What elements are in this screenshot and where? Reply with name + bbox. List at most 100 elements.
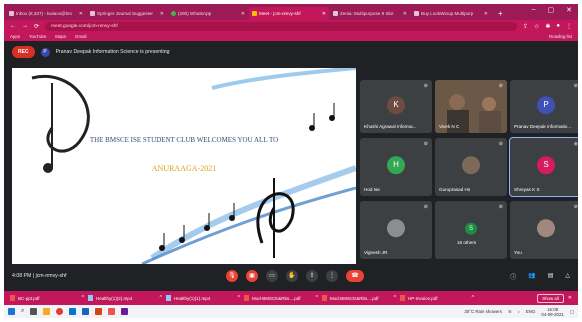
extensions-icon[interactable]: ✱ xyxy=(545,23,550,30)
profile-icon[interactable]: ● xyxy=(556,23,560,29)
camera-off-button[interactable]: ▣ xyxy=(246,270,258,282)
side-controls: ⓘ 👥 ▤ △ xyxy=(510,272,570,281)
tab-gmail[interactable]: Inbox (8,337) - kwiacs@bm ✕ xyxy=(6,7,86,20)
end-call-button[interactable]: ☎ xyxy=(346,270,364,282)
chevron-up-icon[interactable]: ^ xyxy=(238,295,240,301)
chat-icon[interactable]: ▤ xyxy=(548,272,554,281)
bookmarks-bar: Apps YouTube Maps Gmail Reading list xyxy=(4,32,578,41)
powerpoint-icon[interactable] xyxy=(95,308,103,315)
meet-header: REC P Pranav Deepak Information Science … xyxy=(4,41,578,63)
slide-title: THE BMSCE ISE STUDENT CLUB WELCOMES YOU … xyxy=(89,136,279,144)
close-icon[interactable]: ✕ xyxy=(403,11,407,17)
participant-tile[interactable]: ⊘ H Hod Ise xyxy=(360,138,432,196)
reading-list[interactable]: Reading list xyxy=(549,34,572,39)
others-tile[interactable]: ⊘ S 16 others xyxy=(435,201,507,259)
participant-tile[interactable]: ⊘ K Khushi Agrawal Informa... xyxy=(360,80,432,133)
people-icon[interactable]: 👥 xyxy=(528,272,535,281)
close-icon[interactable]: ✕ xyxy=(568,295,572,301)
clock[interactable]: 16:08 04-09-2021 xyxy=(541,307,563,317)
wifi-icon[interactable]: ≋ xyxy=(508,309,512,315)
mic-off-button[interactable]: 🎙 xyxy=(226,270,238,282)
download-item[interactable]: Mod-BMSCE&Rbs....pdf ^ xyxy=(322,295,396,301)
volume-icon[interactable]: ♪ xyxy=(518,309,520,314)
call-controls: 🎙 ▣ ▭ ✋ ⇧ ⋮ ☎ xyxy=(226,270,364,282)
bookmark-maps[interactable]: Maps xyxy=(55,34,66,39)
tab-buy[interactable]: Buy LookWinup Multipurp ✕ xyxy=(411,7,491,20)
reload-icon[interactable]: ⟳ xyxy=(34,23,39,30)
participant-tile[interactable]: ⊘ P Pranav Deepak Informatio... xyxy=(510,80,578,133)
tab-meet[interactable]: Meet - jcm-nmvy-shf ✕ xyxy=(249,7,329,20)
pdf-icon xyxy=(244,295,249,301)
close-icon[interactable]: ✕ xyxy=(241,11,245,17)
word-icon[interactable] xyxy=(82,308,90,315)
app-icon[interactable] xyxy=(121,308,129,315)
mic-muted-icon: ⊘ xyxy=(423,141,428,147)
task-view-icon[interactable] xyxy=(30,308,38,315)
bookmark-apps[interactable]: Apps xyxy=(10,34,20,39)
participant-name: Hod Ise xyxy=(364,187,380,192)
weather-text[interactable]: 30°C Rain showers xyxy=(464,309,502,314)
activities-icon[interactable]: △ xyxy=(565,272,570,281)
chrome-icon[interactable] xyxy=(56,308,64,315)
close-window-button[interactable]: ✕ xyxy=(566,6,572,14)
download-item[interactable]: Mod-BMSCE&Rbs....pdf ^ xyxy=(244,295,318,301)
windows-start-icon[interactable] xyxy=(8,308,15,315)
meet-icon xyxy=(252,11,257,16)
file-explorer-icon[interactable] xyxy=(43,308,51,315)
participant-tile[interactable]: ⊘ Vignesh JR xyxy=(360,201,432,259)
url-field[interactable]: meet.google.com/jcm-nmvy-shf xyxy=(45,21,517,31)
close-icon[interactable]: ✕ xyxy=(160,11,164,17)
more-options-button[interactable]: ⋮ xyxy=(326,270,338,282)
meeting-time: 4:08 PM xyxy=(12,273,32,279)
star-icon[interactable]: ☆ xyxy=(534,23,539,30)
notification-icon[interactable]: ▢ xyxy=(570,309,574,315)
forward-icon[interactable]: → xyxy=(22,23,28,29)
raise-hand-button[interactable]: ✋ xyxy=(286,270,298,282)
download-item[interactable]: Healthy(1)(2).mp4 ^ xyxy=(88,295,162,301)
edge-icon[interactable] xyxy=(69,308,77,315)
back-icon[interactable]: ← xyxy=(10,23,16,29)
tab-springer[interactable]: Springer Journal Suggester ✕ xyxy=(87,7,167,20)
chevron-up-icon[interactable]: ^ xyxy=(472,295,474,301)
presenter-avatar: P xyxy=(40,47,50,57)
download-item[interactable]: BC-ppt.pdf ^ xyxy=(10,295,84,301)
show-all-button[interactable]: Show all xyxy=(537,293,564,303)
mic-muted-icon: ⊘ xyxy=(573,204,578,210)
meet-controls: 4:08 PM | jcm-nmvy-shf 🎙 ▣ ▭ ✋ ⇧ ⋮ ☎ ⓘ 👥… xyxy=(4,266,578,286)
share-icon[interactable]: ⇪ xyxy=(523,23,528,30)
pdf-reader-icon[interactable] xyxy=(108,308,116,315)
download-item[interactable]: HP-Invoice.pdf ^ xyxy=(400,295,474,301)
menu-icon[interactable]: ⋮ xyxy=(566,23,572,30)
address-bar-row: ← → ⟳ meet.google.com/jcm-nmvy-shf ⇪ ☆ ✱… xyxy=(4,20,578,32)
present-button[interactable]: ⇧ xyxy=(306,270,318,282)
close-icon[interactable]: ✕ xyxy=(79,11,83,17)
info-icon[interactable]: ⓘ xyxy=(510,272,516,281)
new-tab-button[interactable]: + xyxy=(492,7,509,20)
mic-muted-icon: ⊘ xyxy=(423,204,428,210)
language-indicator[interactable]: ENG xyxy=(526,309,536,314)
chevron-up-icon[interactable]: ^ xyxy=(394,295,396,301)
maximize-button[interactable]: ▢ xyxy=(548,6,555,14)
close-icon[interactable]: ✕ xyxy=(484,11,488,17)
bookmark-gmail[interactable]: Gmail xyxy=(75,34,86,39)
chevron-up-icon[interactable]: ^ xyxy=(160,295,162,301)
meeting-code: jcm-nmvy-shf xyxy=(35,273,67,279)
participant-tile[interactable]: ⊘ Guruprasad Hs xyxy=(435,138,507,196)
chevron-up-icon[interactable]: ^ xyxy=(316,295,318,301)
mic-muted-icon: ⊘ xyxy=(498,204,503,210)
minimize-button[interactable]: – xyxy=(532,6,536,14)
tab-whatsapp[interactable]: (280) WhatsApp ✕ xyxy=(168,7,248,20)
chevron-up-icon[interactable]: ^ xyxy=(82,295,84,301)
participant-tile-speaking[interactable]: ◉ S Shreyas K S xyxy=(509,137,578,197)
tab-zenia[interactable]: Zenia: Multipurpose 9 Slot ✕ xyxy=(330,7,410,20)
bookmark-youtube[interactable]: YouTube xyxy=(29,34,46,39)
close-icon[interactable]: ✕ xyxy=(322,11,326,17)
mic-muted-icon: ⊘ xyxy=(498,83,503,89)
avatar: H xyxy=(387,156,405,175)
participant-tile-video[interactable]: ⊘ Vivek N C xyxy=(435,80,507,133)
self-tile[interactable]: ⊘ You xyxy=(510,201,578,259)
search-icon[interactable]: ⌕ xyxy=(21,308,24,315)
captions-button[interactable]: ▭ xyxy=(266,270,278,282)
presented-slide[interactable]: THE BMSCE ISE STUDENT CLUB WELCOMES YOU … xyxy=(12,68,356,264)
download-item[interactable]: Healthy(1)(1).mp4 ^ xyxy=(166,295,240,301)
